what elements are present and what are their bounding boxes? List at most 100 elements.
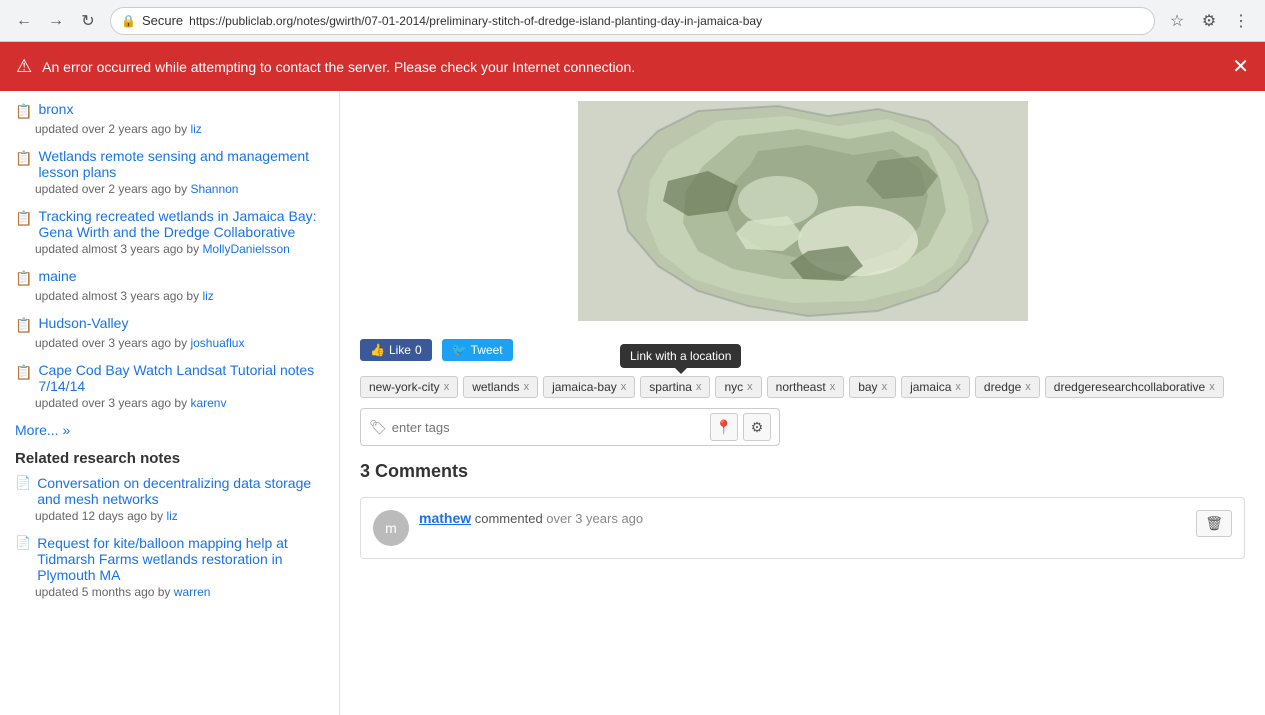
sidebar-link-maine[interactable]: 📋 maine bbox=[15, 268, 324, 287]
tag-remove-jamaica-bay[interactable]: x bbox=[621, 381, 627, 393]
sidebar-link-hudson[interactable]: 📋 Hudson-Valley bbox=[15, 315, 324, 334]
address-text: https://publiclab.org/notes/gwirth/07-01… bbox=[189, 14, 762, 28]
image-container bbox=[360, 101, 1245, 324]
sidebar-link-tidmarsh[interactable]: 📄 Request for kite/balloon mapping help … bbox=[15, 535, 324, 583]
avatar-initial: m bbox=[385, 520, 397, 536]
tag-jamaica: jamaica x bbox=[901, 376, 970, 398]
error-banner: ⚠ An error occurred while attempting to … bbox=[0, 42, 1265, 91]
link-location-tooltip: Link with a location bbox=[620, 344, 741, 368]
aerial-image bbox=[578, 101, 1028, 321]
more-link[interactable]: More... » bbox=[15, 422, 324, 438]
author-link-karenv[interactable]: karenv bbox=[190, 396, 226, 410]
page-layout: 📋 bronx updated over 2 years ago by liz … bbox=[0, 91, 1265, 715]
main-content: 👍 Like 0 🐦 Tweet new-york-city x wetland… bbox=[340, 91, 1265, 715]
author-link-warren[interactable]: warren bbox=[174, 585, 211, 599]
sidebar-meta-bronx: updated over 2 years ago by liz bbox=[35, 122, 324, 136]
sidebar-link-tracking[interactable]: 📋 Tracking recreated wetlands in Jamaica… bbox=[15, 208, 324, 240]
author-link-liz[interactable]: liz bbox=[190, 122, 201, 136]
extensions-button[interactable]: ⚙ bbox=[1195, 7, 1223, 35]
sidebar-meta-decentralizing: updated 12 days ago by liz bbox=[35, 509, 324, 523]
link-location-button[interactable]: 📍 bbox=[710, 413, 738, 441]
tag-remove-northeast[interactable]: x bbox=[830, 381, 836, 393]
settings-button[interactable]: ⚙ bbox=[743, 413, 771, 441]
tag-input-icon: 🏷 bbox=[369, 419, 387, 436]
comment-box: m mathew commented over 3 years ago 🗑 bbox=[360, 497, 1245, 559]
comment-timestamp: over 3 years ago bbox=[546, 511, 643, 526]
reload-button[interactable]: ↻ bbox=[74, 7, 102, 35]
tweet-label: Tweet bbox=[471, 343, 503, 357]
tag-remove-nyc[interactable]: x bbox=[747, 381, 753, 393]
twitter-icon: 🐦 bbox=[452, 343, 467, 357]
sidebar-link-capecod[interactable]: 📋 Cape Cod Bay Watch Landsat Tutorial no… bbox=[15, 362, 324, 394]
nav-buttons: ← → ↻ bbox=[10, 7, 102, 35]
file-icon-tidmarsh: 📄 bbox=[15, 535, 31, 551]
like-count: 0 bbox=[415, 343, 422, 357]
tag-remove-wetlands[interactable]: x bbox=[524, 381, 530, 393]
author-link-molly[interactable]: MollyDanielsson bbox=[202, 242, 289, 256]
secure-label: Secure bbox=[142, 13, 183, 28]
sidebar-item-tidmarsh: 📄 Request for kite/balloon mapping help … bbox=[15, 535, 324, 599]
sidebar-item-wetlands: 📋 Wetlands remote sensing and management… bbox=[15, 148, 324, 196]
like-label: Like bbox=[389, 343, 411, 357]
sidebar-meta-wetlands: updated over 2 years ago by Shannon bbox=[35, 182, 324, 196]
tag-remove-new-york-city[interactable]: x bbox=[444, 381, 450, 393]
error-close-button[interactable]: ✕ bbox=[1232, 54, 1249, 79]
delete-comment-button[interactable]: 🗑 bbox=[1196, 510, 1232, 537]
sidebar-meta-hudson: updated over 3 years ago by joshuaflux bbox=[35, 336, 324, 350]
sidebar-meta-capecod: updated over 3 years ago by karenv bbox=[35, 396, 324, 410]
related-header: Related research notes bbox=[15, 450, 324, 467]
menu-button[interactable]: ⋮ bbox=[1227, 7, 1255, 35]
sidebar-item-decentralizing: 📄 Conversation on decentralizing data st… bbox=[15, 475, 324, 523]
gear-icon: ⚙ bbox=[751, 419, 764, 436]
tag-bay: bay x bbox=[849, 376, 896, 398]
tag-input[interactable] bbox=[392, 420, 705, 435]
browser-actions: ☆ ⚙ ⋮ bbox=[1163, 7, 1255, 35]
facebook-like-button[interactable]: 👍 Like 0 bbox=[360, 339, 432, 361]
secure-icon: 🔒 bbox=[121, 14, 136, 28]
address-bar[interactable]: 🔒 Secure https://publiclab.org/notes/gwi… bbox=[110, 7, 1155, 35]
tag-new-york-city: new-york-city x bbox=[360, 376, 458, 398]
tweet-button[interactable]: 🐦 Tweet bbox=[442, 339, 513, 361]
author-link-shannon[interactable]: Shannon bbox=[190, 182, 238, 196]
tag-northeast: northeast x bbox=[767, 376, 845, 398]
tag-spartina: spartina x bbox=[640, 376, 710, 398]
author-link-liz3[interactable]: liz bbox=[166, 509, 177, 523]
tag-wetlands: wetlands x bbox=[463, 376, 538, 398]
book-icon-bronx: 📋 bbox=[15, 103, 32, 120]
sidebar-meta-tidmarsh: updated 5 months ago by warren bbox=[35, 585, 324, 599]
bookmark-button[interactable]: ☆ bbox=[1163, 7, 1191, 35]
comment-action: commented bbox=[475, 511, 547, 526]
comment-username[interactable]: mathew bbox=[419, 510, 471, 526]
tag-remove-spartina[interactable]: x bbox=[696, 381, 702, 393]
sidebar-link-decentralizing[interactable]: 📄 Conversation on decentralizing data st… bbox=[15, 475, 324, 507]
browser-chrome: ← → ↻ 🔒 Secure https://publiclab.org/not… bbox=[0, 0, 1265, 42]
error-icon: ⚠ bbox=[16, 56, 32, 77]
tag-remove-bay[interactable]: x bbox=[882, 381, 888, 393]
error-message: An error occurred while attempting to co… bbox=[42, 59, 635, 75]
sidebar-item-hudson: 📋 Hudson-Valley updated over 3 years ago… bbox=[15, 315, 324, 350]
avatar: m bbox=[373, 510, 409, 546]
tag-dredge: dredge x bbox=[975, 376, 1040, 398]
sidebar-meta-tracking: updated almost 3 years ago by MollyDanie… bbox=[35, 242, 324, 256]
sidebar-meta-maine: updated almost 3 years ago by liz bbox=[35, 289, 324, 303]
sidebar: 📋 bronx updated over 2 years ago by liz … bbox=[0, 91, 340, 715]
book-icon-tracking: 📋 bbox=[15, 210, 32, 227]
sidebar-item-bronx: 📋 bronx updated over 2 years ago by liz bbox=[15, 101, 324, 136]
tag-input-row: 🏷 📍 ⚙ bbox=[360, 408, 780, 446]
forward-button[interactable]: → bbox=[42, 7, 70, 35]
tags-container: new-york-city x wetlands x jamaica-bay x… bbox=[360, 376, 1245, 398]
tag-remove-dredgeresearch[interactable]: x bbox=[1209, 381, 1215, 393]
fb-icon: 👍 bbox=[370, 343, 385, 357]
comment-meta: mathew commented over 3 years ago bbox=[419, 510, 1186, 526]
book-icon-capecod: 📋 bbox=[15, 364, 32, 381]
back-button[interactable]: ← bbox=[10, 7, 38, 35]
author-link-liz2[interactable]: liz bbox=[202, 289, 213, 303]
sidebar-item-capecod: 📋 Cape Cod Bay Watch Landsat Tutorial no… bbox=[15, 362, 324, 410]
tag-remove-dredge[interactable]: x bbox=[1025, 381, 1031, 393]
sidebar-link-bronx[interactable]: 📋 bronx bbox=[15, 101, 324, 120]
sidebar-item-maine: 📋 maine updated almost 3 years ago by li… bbox=[15, 268, 324, 303]
sidebar-link-wetlands[interactable]: 📋 Wetlands remote sensing and management… bbox=[15, 148, 324, 180]
author-link-joshua[interactable]: joshuaflux bbox=[190, 336, 244, 350]
tag-remove-jamaica[interactable]: x bbox=[955, 381, 961, 393]
comments-header: 3 Comments bbox=[360, 461, 1245, 482]
